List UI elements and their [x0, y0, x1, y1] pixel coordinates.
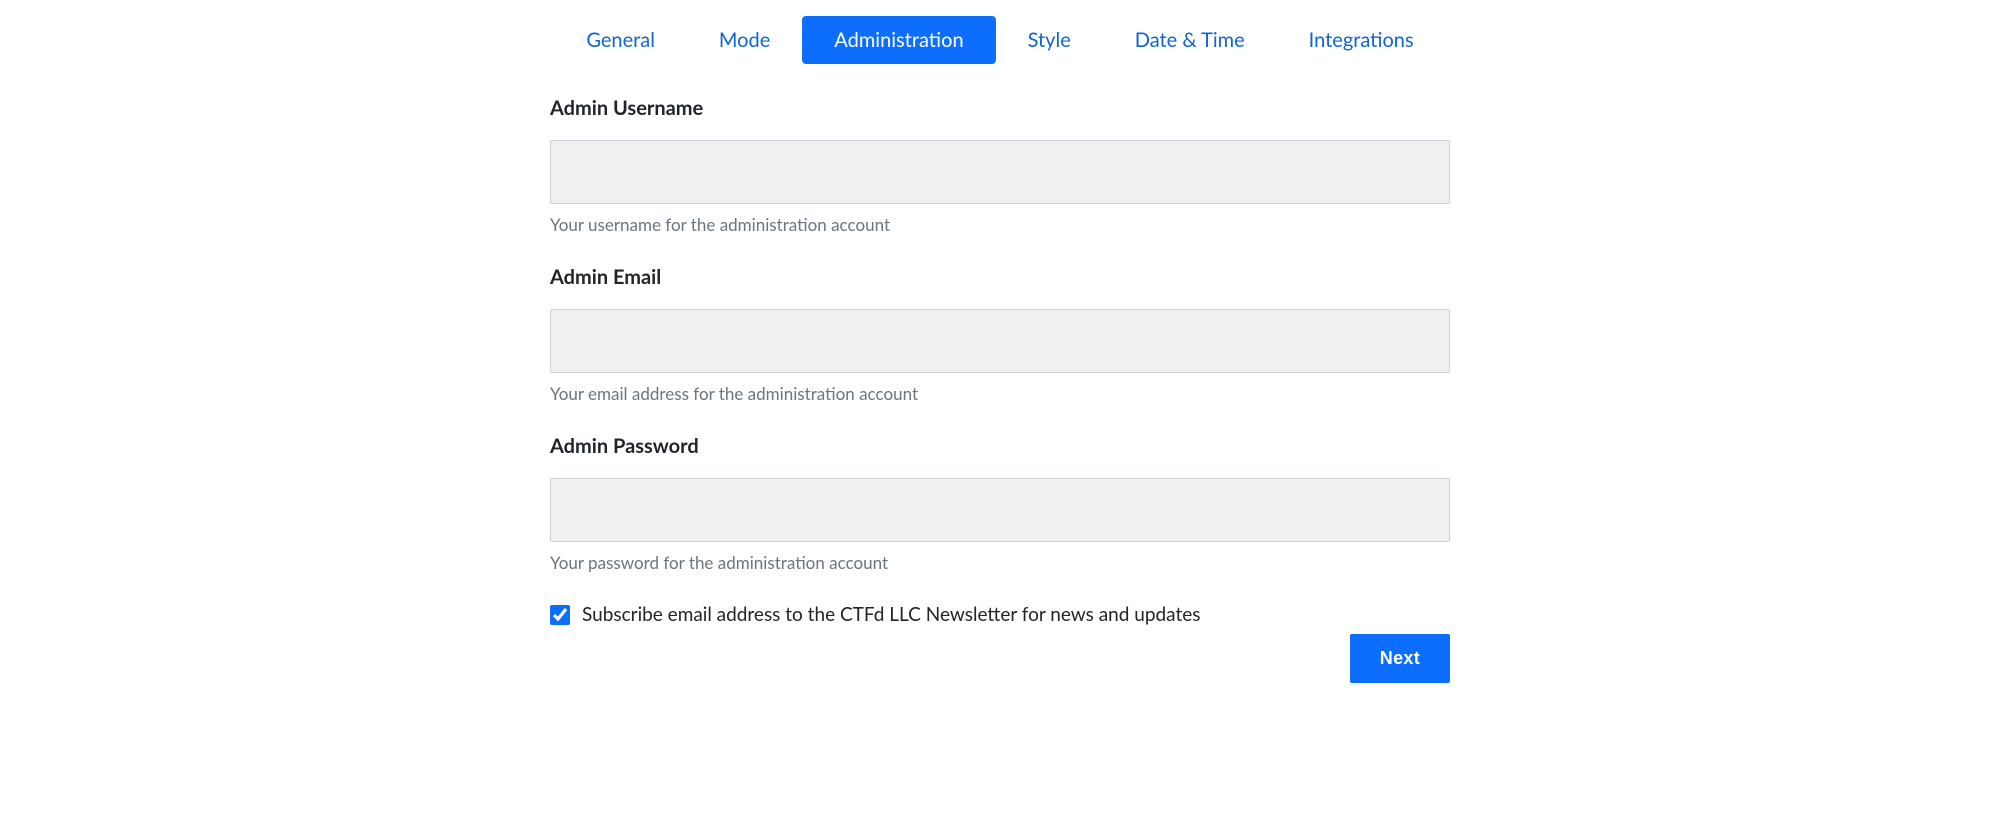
- newsletter-row: Subscribe email address to the CTFd LLC …: [550, 603, 1450, 626]
- form-group-username: Admin Username Your username for the adm…: [550, 96, 1450, 235]
- admin-email-label: Admin Email: [550, 265, 1450, 289]
- tab-style[interactable]: Style: [996, 16, 1103, 64]
- admin-username-input[interactable]: [550, 140, 1450, 204]
- admin-email-input[interactable]: [550, 309, 1450, 373]
- admin-password-label: Admin Password: [550, 434, 1450, 458]
- tab-administration[interactable]: Administration: [802, 16, 995, 64]
- admin-password-help: Your password for the administration acc…: [550, 552, 1450, 573]
- admin-username-help: Your username for the administration acc…: [550, 214, 1450, 235]
- admin-email-help: Your email address for the administratio…: [550, 383, 1450, 404]
- next-button[interactable]: Next: [1350, 634, 1450, 683]
- tab-mode[interactable]: Mode: [687, 16, 802, 64]
- admin-username-label: Admin Username: [550, 96, 1450, 120]
- newsletter-checkbox[interactable]: [550, 605, 570, 625]
- form-group-password: Admin Password Your password for the adm…: [550, 434, 1450, 573]
- button-row: Next: [550, 634, 1450, 683]
- tab-date-time[interactable]: Date & Time: [1103, 16, 1277, 64]
- setup-tabs: General Mode Administration Style Date &…: [550, 16, 1450, 64]
- tab-general[interactable]: General: [554, 16, 687, 64]
- newsletter-label: Subscribe email address to the CTFd LLC …: [582, 603, 1201, 626]
- tab-integrations[interactable]: Integrations: [1277, 16, 1446, 64]
- admin-password-input[interactable]: [550, 478, 1450, 542]
- form-group-email: Admin Email Your email address for the a…: [550, 265, 1450, 404]
